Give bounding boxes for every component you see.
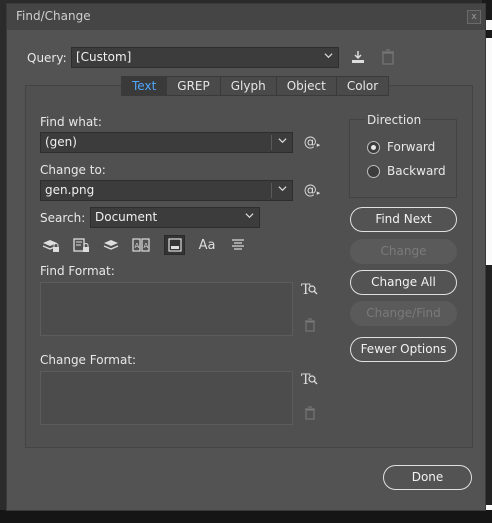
clear-find-format-button[interactable] [301, 316, 319, 334]
whole-word-icon [232, 239, 244, 250]
svg-text:A: A [135, 242, 140, 250]
tab-object[interactable]: Object [276, 77, 337, 95]
save-query-button[interactable] [349, 48, 367, 66]
include-locked-layers-button[interactable] [42, 236, 60, 254]
at-icon: @ [303, 134, 317, 150]
change-to-label: Change to: [40, 163, 106, 177]
find-format-label: Find Format: [40, 264, 115, 278]
hidden-layers-icon [103, 240, 119, 250]
tab-text[interactable]: Text [122, 77, 168, 95]
case-sensitive-button[interactable]: Aa [196, 236, 218, 254]
change-special-characters-button[interactable]: @ ▸ [301, 181, 323, 199]
specify-change-format-button[interactable]: T [299, 372, 319, 390]
tab-glyph[interactable]: Glyph [220, 77, 277, 95]
direction-label: Direction [365, 113, 424, 127]
include-locked-stories-button[interactable] [72, 236, 90, 254]
find-next-button[interactable]: Find Next [350, 207, 457, 232]
query-value: [Custom] [76, 50, 132, 64]
include-footnotes-button[interactable] [164, 235, 185, 255]
find-what-label: Find what: [40, 115, 102, 129]
done-button[interactable]: Done [383, 465, 472, 490]
dialog-title: Find/Change [16, 9, 91, 23]
title-bar[interactable]: Find/Change x [7, 4, 485, 30]
search-label: Search: [40, 211, 86, 225]
change-find-button[interactable]: Change/Find [350, 301, 457, 326]
change-to-value: gen.png [45, 183, 95, 197]
chevron-down-icon [278, 186, 287, 192]
change-format-label: Change Format: [40, 353, 137, 367]
fewer-options-button[interactable]: Fewer Options [350, 337, 457, 362]
format-settings-icon: T [299, 282, 319, 300]
find-what-field[interactable]: (gen) [40, 132, 293, 153]
find-format-area[interactable] [40, 282, 293, 336]
trash-icon [305, 406, 315, 420]
close-button[interactable]: x [467, 10, 481, 24]
query-label: Query: [27, 51, 67, 65]
tab-grep[interactable]: GREP [167, 77, 221, 95]
trash-icon [382, 49, 394, 65]
search-scope-value: Document [95, 210, 158, 224]
tab-bar: Text GREP Glyph Object Color [121, 76, 390, 96]
change-button[interactable]: Change [350, 239, 457, 264]
case-sensitive-icon: Aa [198, 237, 216, 253]
svg-text:A: A [144, 242, 149, 250]
chevron-down-icon [245, 213, 254, 219]
search-scope-dropdown[interactable]: Document [90, 207, 260, 228]
find-what-value: (gen) [45, 135, 77, 149]
footnotes-icon [167, 238, 182, 252]
change-all-button[interactable]: Change All [350, 270, 457, 295]
forward-radio[interactable] [367, 141, 380, 154]
whole-word-button[interactable] [229, 236, 247, 254]
include-hidden-layers-button[interactable] [102, 236, 120, 254]
at-icon: @ [303, 182, 317, 198]
find-change-dialog: Find/Change x Query: [Custom] Find what:… [6, 3, 486, 511]
include-master-pages-button[interactable]: A A [132, 236, 150, 254]
direction-group: Forward Backward [349, 119, 457, 198]
change-format-area[interactable] [40, 371, 293, 425]
delete-query-button[interactable] [379, 48, 397, 66]
clear-change-format-button[interactable] [301, 404, 319, 422]
chevron-down-icon [278, 138, 287, 144]
specify-find-format-button[interactable]: T [299, 282, 319, 300]
locked-layers-icon [42, 240, 59, 252]
forward-label: Forward [387, 140, 436, 154]
query-dropdown[interactable]: [Custom] [71, 47, 339, 68]
tab-color[interactable]: Color [336, 77, 389, 95]
backward-label: Backward [387, 164, 446, 178]
chevron-down-icon [324, 53, 333, 59]
trash-icon [305, 318, 315, 332]
backward-radio[interactable] [367, 165, 380, 178]
find-special-characters-button[interactable]: @ ▸ [301, 133, 323, 151]
background-canvas-bottom [0, 510, 492, 523]
locked-stories-icon [73, 238, 89, 252]
format-settings-icon: T [299, 372, 319, 390]
master-pages-icon: A A [132, 238, 150, 252]
change-to-field[interactable]: gen.png [40, 180, 293, 201]
save-query-icon [352, 51, 364, 63]
